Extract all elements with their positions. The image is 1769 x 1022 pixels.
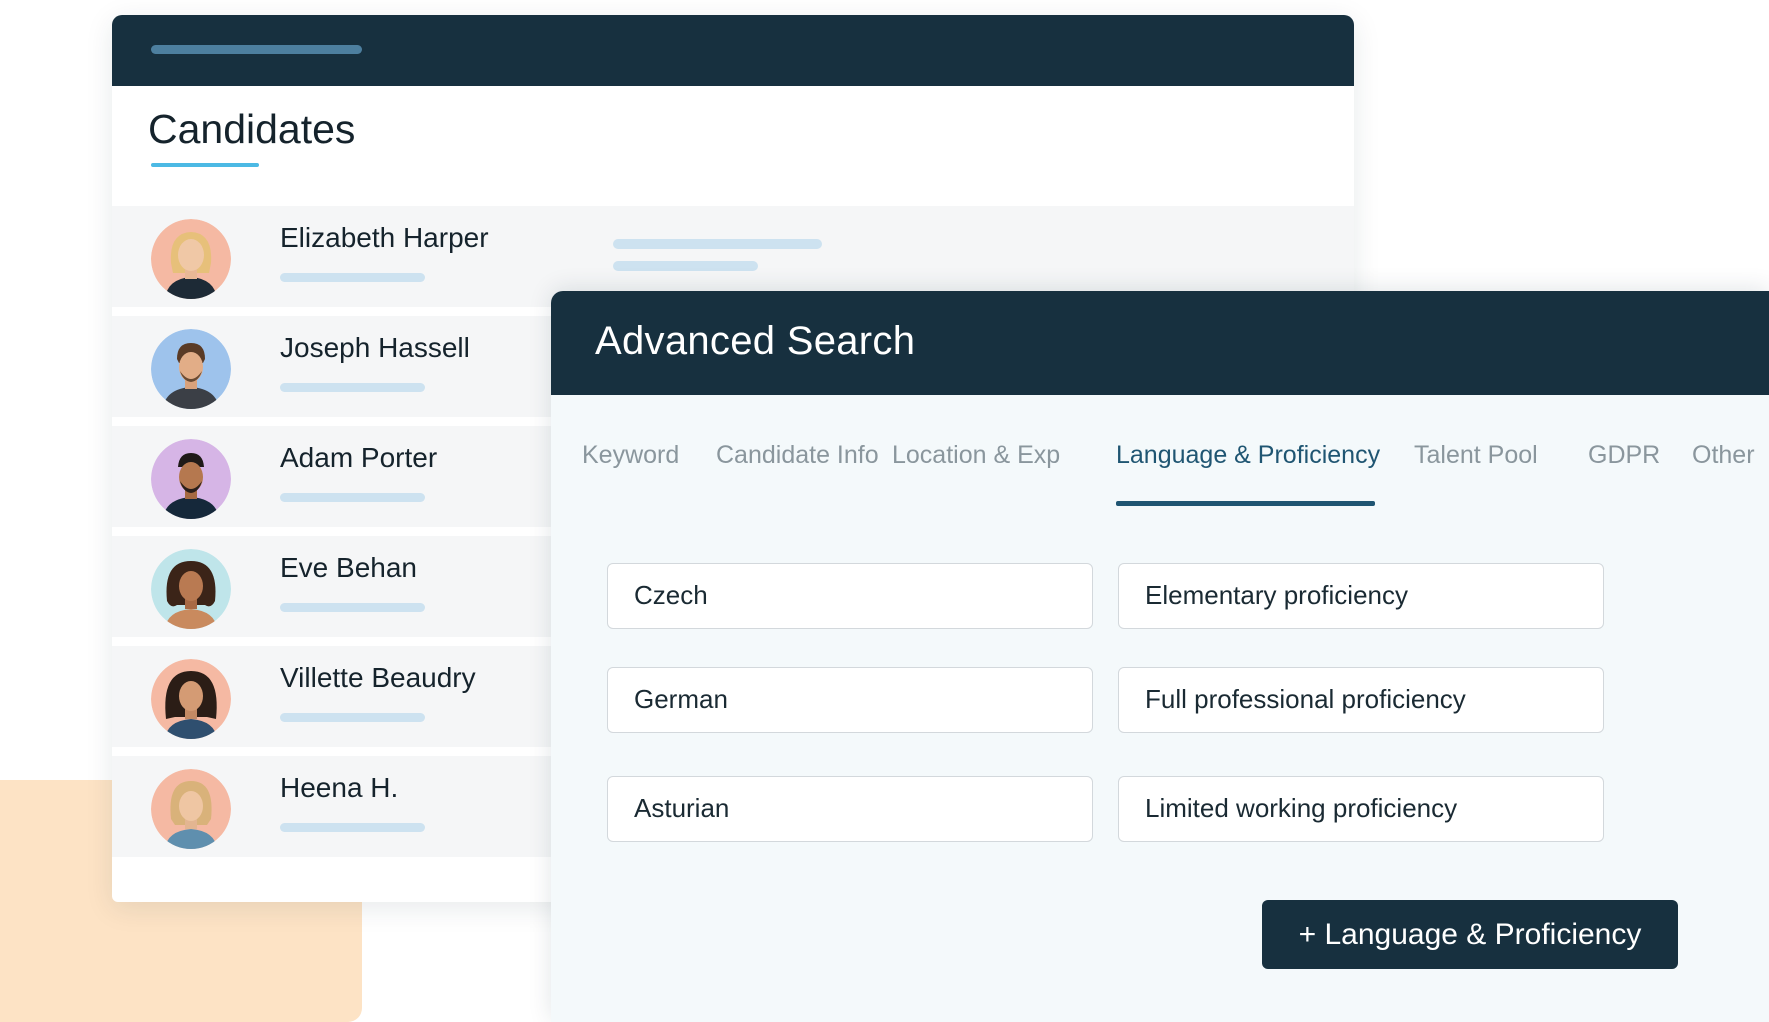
avatar [151, 219, 231, 299]
candidate-placeholder-bar [280, 713, 425, 722]
person-avatar-icon [151, 439, 231, 519]
tab-keyword[interactable]: Keyword [582, 441, 679, 470]
candidate-name: Eve Behan [280, 552, 417, 583]
person-avatar-icon [151, 549, 231, 629]
language-field[interactable]: Czech [607, 563, 1093, 629]
candidates-title: Candidates [148, 106, 356, 152]
tab-language-proficiency[interactable]: Language & Proficiency [1116, 441, 1380, 470]
proficiency-field[interactable]: Elementary proficiency [1118, 563, 1604, 629]
tab-candidate-info[interactable]: Candidate Info [716, 441, 879, 470]
person-avatar-icon [151, 769, 231, 849]
person-avatar-icon [151, 329, 231, 409]
active-tab-underline [1116, 501, 1375, 506]
avatar [151, 439, 231, 519]
candidate-name: Adam Porter [280, 442, 438, 473]
topbar-placeholder-bar [151, 45, 362, 54]
row-placeholder-bar-short [613, 261, 758, 271]
candidate-name: Villette Beaudry [280, 662, 476, 693]
advanced-search-title: Advanced Search [595, 319, 916, 363]
tab-gdpr[interactable]: GDPR [1588, 441, 1660, 470]
advanced-search-panel: Advanced Search Keyword Candidate Info L… [551, 291, 1769, 1022]
candidate-placeholder-bar [280, 493, 425, 502]
person-avatar-icon [151, 219, 231, 299]
advanced-search-header: Advanced Search [551, 291, 1769, 395]
person-avatar-icon [151, 659, 231, 739]
proficiency-field[interactable]: Full professional proficiency [1118, 667, 1604, 733]
avatar [151, 659, 231, 739]
candidate-name: Heena H. [280, 772, 399, 803]
candidate-placeholder-bar [280, 603, 425, 612]
candidate-placeholder-bar [280, 383, 425, 392]
candidate-placeholder-bar [280, 823, 425, 832]
candidate-name: Elizabeth Harper [280, 222, 489, 253]
candidates-topbar [112, 15, 1354, 86]
avatar [151, 769, 231, 849]
add-language-proficiency-button[interactable]: + Language & Proficiency [1262, 900, 1678, 969]
avatar [151, 549, 231, 629]
tab-other[interactable]: Other [1692, 441, 1755, 470]
candidate-placeholder-bar [280, 273, 425, 282]
language-field[interactable]: German [607, 667, 1093, 733]
tab-location-exp[interactable]: Location & Exp [892, 441, 1060, 470]
avatar [151, 329, 231, 409]
title-underline [151, 163, 259, 167]
row-placeholder-bar [613, 239, 822, 249]
language-field[interactable]: Asturian [607, 776, 1093, 842]
candidate-name: Joseph Hassell [280, 332, 470, 363]
proficiency-field[interactable]: Limited working proficiency [1118, 776, 1604, 842]
tab-talent-pool[interactable]: Talent Pool [1414, 441, 1538, 470]
